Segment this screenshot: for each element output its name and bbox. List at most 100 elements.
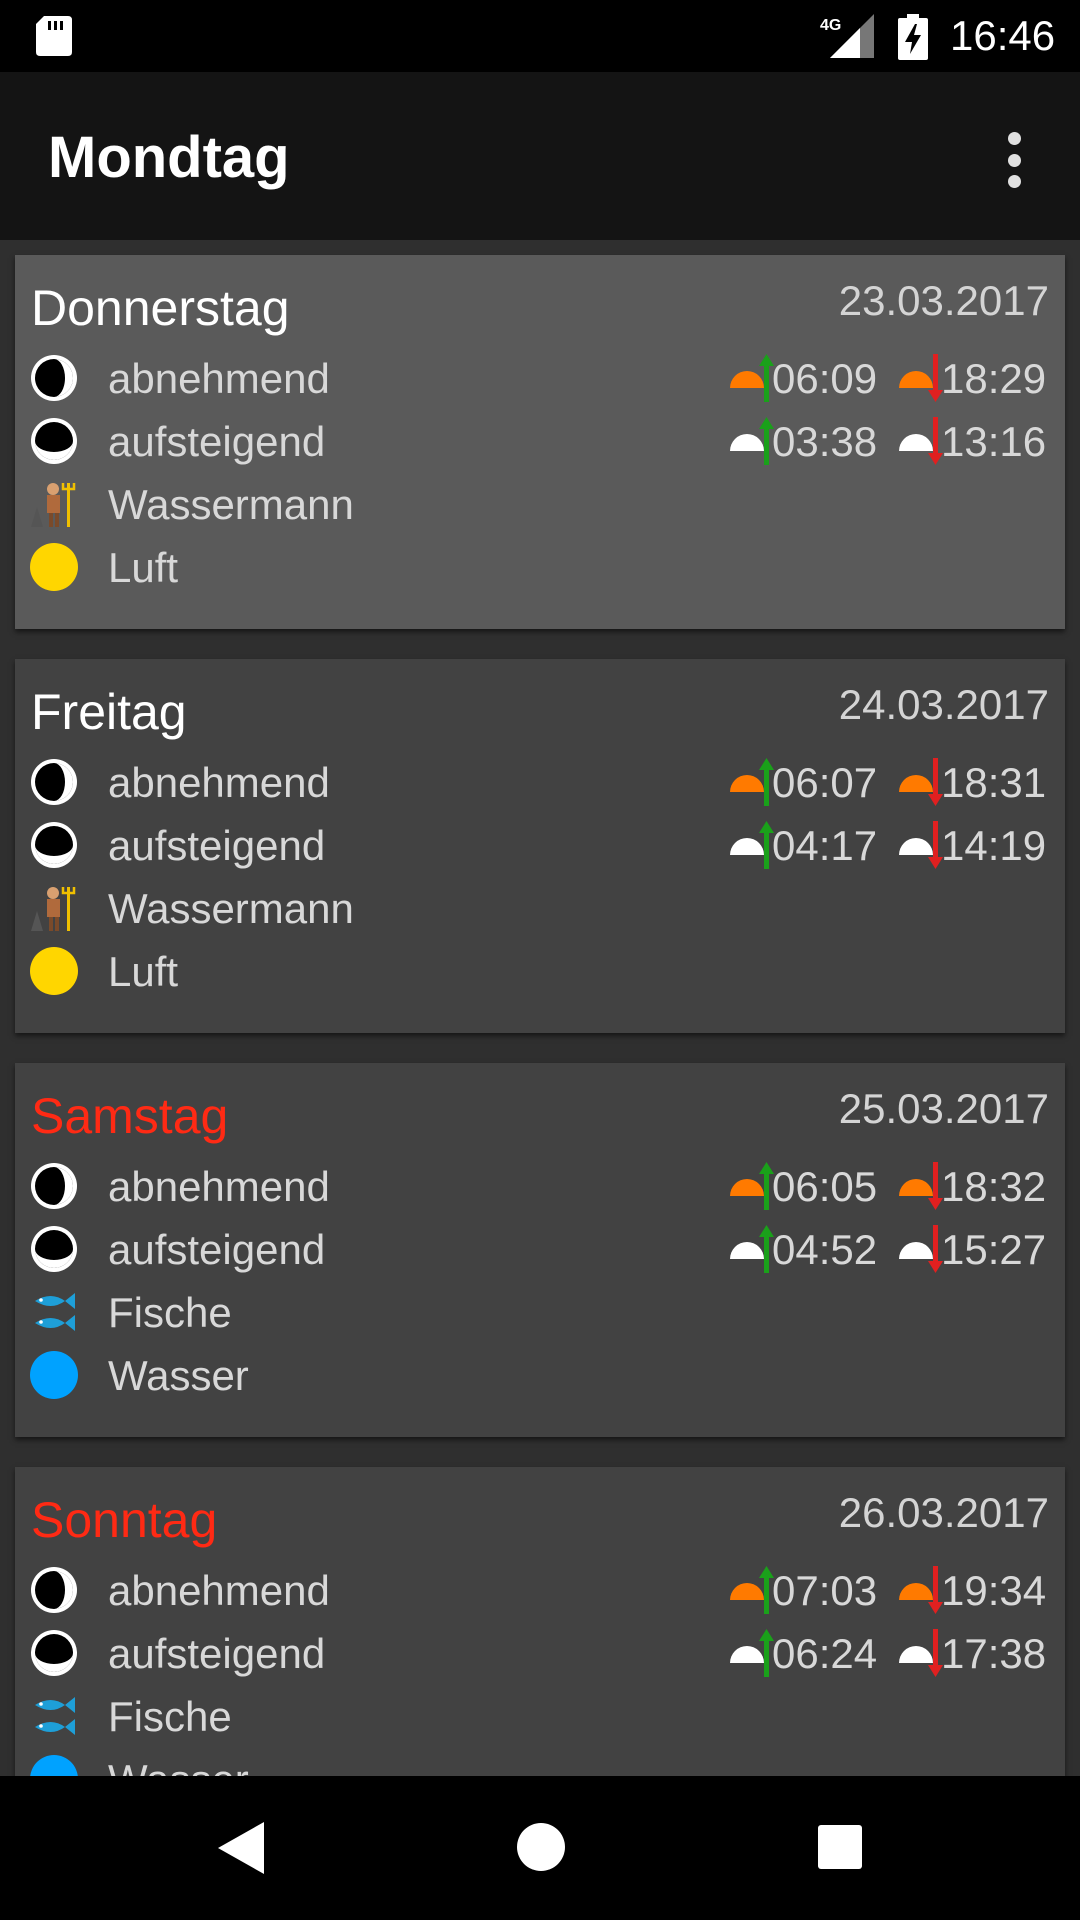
ascending-moon-icon	[31, 1630, 77, 1676]
day-date: 24.03.2017	[838, 681, 1049, 728]
sunset-time: 18:32	[941, 1163, 1047, 1210]
element-label: Luft	[108, 544, 179, 591]
sunrise-time: 07:03	[772, 1567, 878, 1614]
sunrise-icon	[730, 1162, 774, 1210]
element-row: Wasser	[15, 1748, 1065, 1776]
zodiac-label: Fische	[108, 1693, 232, 1740]
overflow-menu-icon[interactable]	[996, 132, 1032, 188]
moon-phase-row: abnehmend 07:03 19:34	[15, 1559, 1065, 1621]
day-date: 25.03.2017	[838, 1085, 1049, 1132]
waning-moon-icon	[31, 1567, 77, 1613]
signal-icon: 4G	[820, 14, 874, 58]
zodiac-label: Wassermann	[108, 885, 354, 932]
moon-direction-row: aufsteigend 06:24 17:38	[15, 1622, 1065, 1684]
sunset-icon	[899, 758, 943, 806]
moonrise-time: 03:38	[772, 418, 878, 465]
waning-moon-icon	[31, 355, 77, 401]
day-date: 23.03.2017	[838, 277, 1049, 324]
element-row: Luft	[15, 940, 1065, 1002]
home-icon[interactable]	[517, 1823, 565, 1871]
waning-moon-icon	[31, 1163, 77, 1209]
air-element-icon	[30, 947, 78, 995]
moonset: 13:16	[897, 416, 1046, 468]
sunrise-icon	[730, 354, 774, 402]
element-label: Luft	[108, 948, 179, 995]
app-bar: Mondtag	[0, 72, 1080, 240]
day-date: 26.03.2017	[838, 1489, 1049, 1536]
moonrise-icon	[730, 417, 774, 465]
battery-charging-icon	[898, 14, 928, 60]
moonrise-icon	[730, 1629, 774, 1677]
sunset-time: 18:29	[941, 355, 1047, 402]
aquarius-icon	[31, 887, 76, 931]
moonrise-icon	[730, 1225, 774, 1273]
moon-phase-label: abnehmend	[108, 1567, 330, 1614]
day-name: Donnerstag	[31, 280, 290, 336]
moonrise: 06:24	[728, 1628, 877, 1680]
day-list[interactable]: Donnerstag 23.03.2017 abnehmend 06:09 18…	[0, 240, 1080, 1776]
day-card[interactable]: Sonntag 26.03.2017 abnehmend 07:03 19:34…	[15, 1467, 1065, 1776]
zodiac-row: Fische	[15, 1281, 1065, 1343]
ascending-moon-icon	[31, 418, 77, 464]
water-element-icon	[30, 1351, 78, 1399]
ascending-moon-icon	[31, 822, 77, 868]
moon-phase-label: abnehmend	[108, 355, 330, 402]
waning-moon-icon	[31, 759, 77, 805]
moonrise-icon	[730, 821, 774, 869]
moon-phase-row: abnehmend 06:07 18:31	[15, 751, 1065, 813]
pisces-icon	[35, 1293, 75, 1331]
day-name: Samstag	[31, 1088, 229, 1144]
sunset-icon	[899, 1162, 943, 1210]
aquarius-icon	[31, 483, 76, 527]
element-label: Wasser	[108, 1352, 249, 1399]
day-card[interactable]: Donnerstag 23.03.2017 abnehmend 06:09 18…	[15, 255, 1065, 629]
day-card[interactable]: Samstag 25.03.2017 abnehmend 06:05 18:32…	[15, 1063, 1065, 1437]
sunrise-time: 06:05	[772, 1163, 878, 1210]
moonset-time: 17:38	[941, 1630, 1047, 1677]
moonset: 14:19	[897, 820, 1046, 872]
moon-phase-row: abnehmend 06:05 18:32	[15, 1155, 1065, 1217]
zodiac-label: Wassermann	[108, 481, 354, 528]
moonset-icon	[899, 1629, 943, 1677]
sunset: 18:32	[897, 1161, 1046, 1213]
moonrise-time: 04:52	[772, 1226, 878, 1273]
status-bar: 4G 16:46	[0, 0, 1080, 72]
moon-phase-label: abnehmend	[108, 759, 330, 806]
moonset: 17:38	[897, 1628, 1046, 1680]
moonset-icon	[899, 1225, 943, 1273]
recents-icon[interactable]	[818, 1825, 862, 1869]
sunset-icon	[899, 1566, 943, 1614]
sunset: 18:29	[897, 353, 1046, 405]
moonrise: 03:38	[728, 416, 877, 468]
moon-direction-label: aufsteigend	[108, 418, 326, 465]
day-name: Sonntag	[31, 1492, 218, 1548]
back-icon[interactable]	[214, 1820, 270, 1876]
moon-direction-label: aufsteigend	[108, 822, 326, 869]
moon-direction-label: aufsteigend	[108, 1226, 326, 1273]
pisces-icon	[35, 1697, 75, 1735]
status-clock: 16:46	[950, 12, 1056, 59]
moon-phase-label: abnehmend	[108, 1163, 330, 1210]
sunrise-time: 06:07	[772, 759, 878, 806]
navigation-bar	[0, 1776, 1080, 1920]
sunrise: 06:05	[728, 1161, 877, 1213]
element-row: Luft	[15, 536, 1065, 598]
moon-direction-row: aufsteigend 04:52 15:27	[15, 1218, 1065, 1280]
zodiac-row: Wassermann	[15, 877, 1065, 939]
sunrise: 06:07	[728, 757, 877, 809]
zodiac-label: Fische	[108, 1289, 232, 1336]
moonset-time: 14:19	[941, 822, 1047, 869]
day-card[interactable]: Freitag 24.03.2017 abnehmend 06:07 18:31…	[15, 659, 1065, 1033]
day-name: Freitag	[31, 684, 187, 740]
sunrise-icon	[730, 1566, 774, 1614]
moonrise: 04:17	[728, 820, 877, 872]
sunset-icon	[899, 354, 943, 402]
moonset-time: 15:27	[941, 1226, 1047, 1273]
sunrise: 06:09	[728, 353, 877, 405]
zodiac-row: Fische	[15, 1685, 1065, 1747]
zodiac-row: Wassermann	[15, 473, 1065, 535]
element-label: Wasser	[108, 1756, 249, 1776]
moon-direction-label: aufsteigend	[108, 1630, 326, 1677]
water-element-icon	[30, 1755, 78, 1776]
sunset: 19:34	[897, 1565, 1046, 1617]
